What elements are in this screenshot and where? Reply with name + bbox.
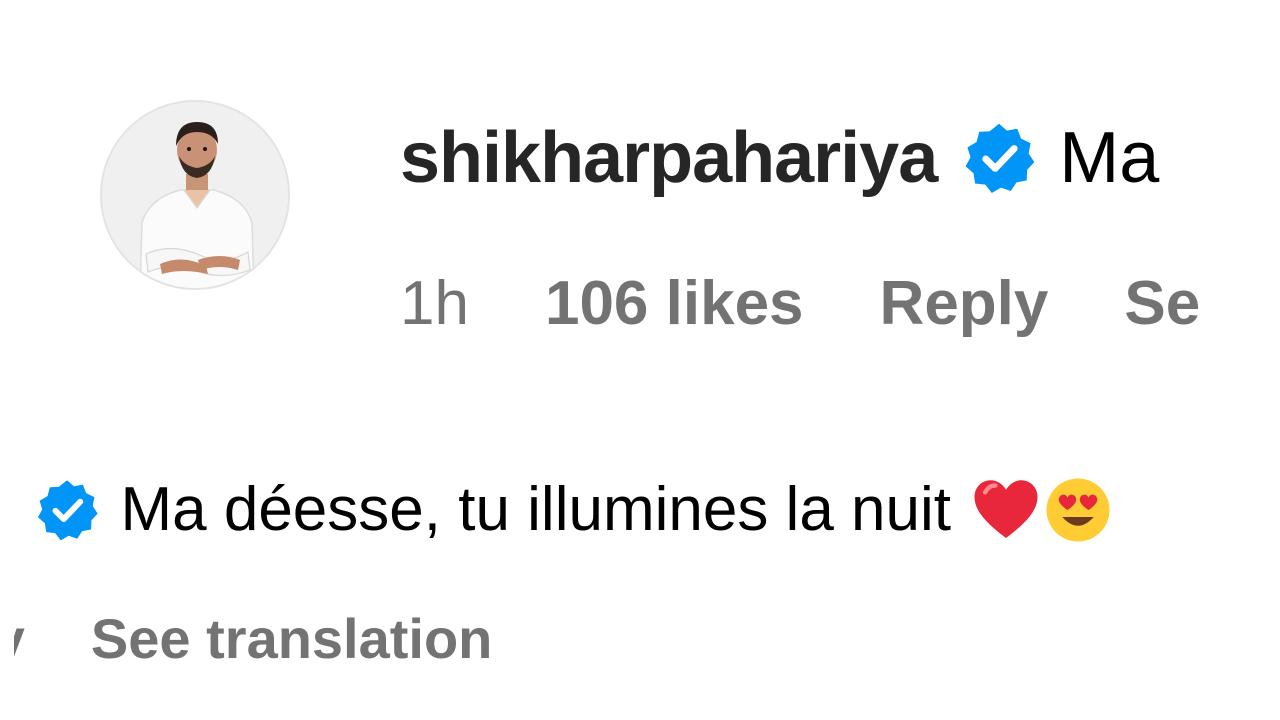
see-translation-button[interactable]: See translation: [91, 611, 492, 667]
profile-photo: [102, 102, 288, 288]
red-heart-icon: [971, 475, 1041, 545]
comment-zoom-bottom: a Ma déesse, tu illumines la nuit ply: [14, 410, 1266, 720]
avatar[interactable]: [100, 100, 290, 290]
see-translation-button-truncated[interactable]: Se: [1124, 273, 1200, 335]
verified-badge-icon: [961, 120, 1037, 196]
comment-header-row: shikharpahariya Ma: [400, 118, 1159, 198]
verified-badge-icon: [34, 477, 100, 543]
comment-text-preview: Ma: [1059, 118, 1160, 198]
smiling-face-with-heart-eyes-icon: [1043, 475, 1113, 545]
comment-text: Ma déesse, tu illumines la nuit: [120, 475, 952, 544]
comment-actions-row: ply See translation: [14, 606, 492, 672]
reply-button-truncated[interactable]: ply: [14, 611, 25, 667]
likes-count-button[interactable]: 106 likes: [545, 273, 804, 335]
comment-timestamp: 1h: [400, 269, 469, 338]
comment-meta-row: 1h 106 likes Reply Se: [400, 268, 1200, 340]
reply-button[interactable]: Reply: [880, 273, 1049, 335]
username[interactable]: shikharpahariya: [400, 122, 938, 194]
comment-zoom-top: shikharpahariya Ma 1h 106 likes Reply Se: [0, 0, 1266, 410]
comment-text-row: a Ma déesse, tu illumines la nuit: [14, 472, 1113, 548]
